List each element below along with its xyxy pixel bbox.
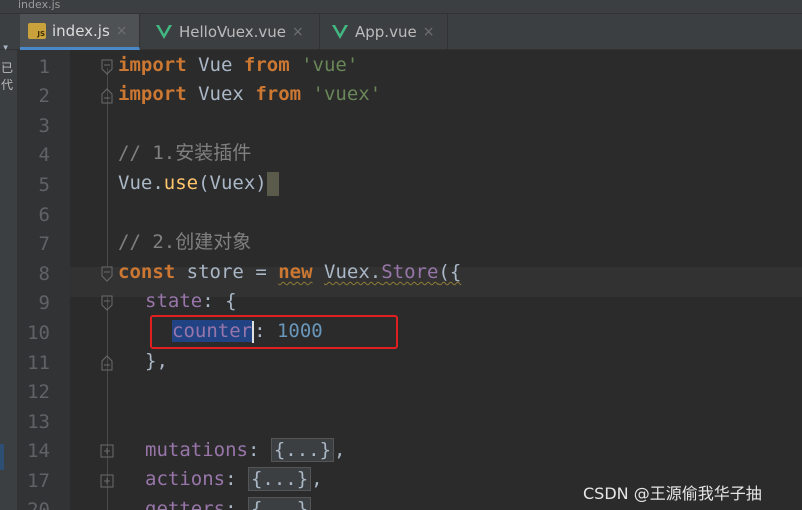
breadcrumb: index.js [18,0,61,11]
tab-index-js[interactable]: JS index.js × [20,14,140,50]
tab-hellovuex-vue[interactable]: HelloVuex.vue × [140,14,320,50]
close-icon[interactable]: × [423,24,435,40]
expand-icon[interactable] [100,473,114,489]
unfold-icon[interactable] [100,355,114,371]
line-number: 3 [38,115,50,137]
tab-label: App.vue [355,23,417,41]
js-file-icon: JS [28,22,46,39]
close-icon[interactable]: × [292,24,304,40]
line-number: 7 [38,233,50,255]
code-line-9[interactable]: state: { [118,286,237,316]
line-number: 1 [38,56,50,78]
line-number: 12 [27,381,50,403]
fold-icon[interactable] [100,59,114,75]
unfold-icon[interactable] [100,88,114,104]
line-number: 6 [38,204,50,226]
code-line-20[interactable]: getters: {...}, [118,494,323,510]
highlight-annotation-box [150,315,398,349]
fold-icon[interactable] [100,266,114,282]
close-icon[interactable]: × [116,23,128,39]
fold-icon[interactable] [100,295,114,311]
line-number: 14 [27,440,50,462]
watermark: CSDN @王源偷我华子抽 [583,484,762,503]
project-tool-strip[interactable]: ▾ 已代 [0,40,18,510]
tab-label: HelloVuex.vue [179,23,286,41]
code-line-5[interactable]: Vue.use(Vuex) [118,168,279,198]
vue-file-icon [156,25,172,39]
line-number: 17 [27,470,50,492]
code-line-2[interactable]: import Vuex from 'vuex' [118,79,381,109]
folded-block[interactable]: {...} [247,497,312,510]
collapse-arrow-icon[interactable]: ▾ [2,40,9,54]
code-line-1[interactable]: import Vue from 'vue' [118,50,358,80]
line-number: 11 [27,352,50,374]
editor-tab-bar: JS index.js × HelloVuex.vue × App.vue × [0,14,802,50]
tab-app-vue[interactable]: App.vue × [320,14,448,50]
line-number: 9 [38,292,50,314]
line-number: 5 [38,174,50,196]
vue-file-icon [332,25,348,39]
text-caret [266,171,279,196]
code-line-7[interactable]: // 2.创建对象 [118,227,251,257]
line-number: 20 [27,499,50,510]
expand-icon[interactable] [100,443,114,459]
tab-label: index.js [52,21,110,40]
code-line-8[interactable]: const store = new Vuex.Store({ [118,257,461,287]
code-line-4[interactable]: // 1.安装插件 [118,138,251,168]
title-strip: index.js [0,0,802,14]
selection-marker [0,444,4,470]
folded-block[interactable]: {...} [270,438,335,462]
line-number: 10 [27,322,50,344]
line-number: 13 [27,411,50,433]
line-number: 2 [38,85,50,107]
code-line-11[interactable]: }, [118,346,168,376]
folded-block[interactable]: {...} [247,467,312,491]
line-number: 4 [38,144,50,166]
code-line-17[interactable]: actions: {...}, [118,464,323,494]
code-line-14[interactable]: mutations: {...}, [118,435,346,465]
line-number: 8 [38,263,50,285]
tool-window-label: 已代 [1,61,14,92]
